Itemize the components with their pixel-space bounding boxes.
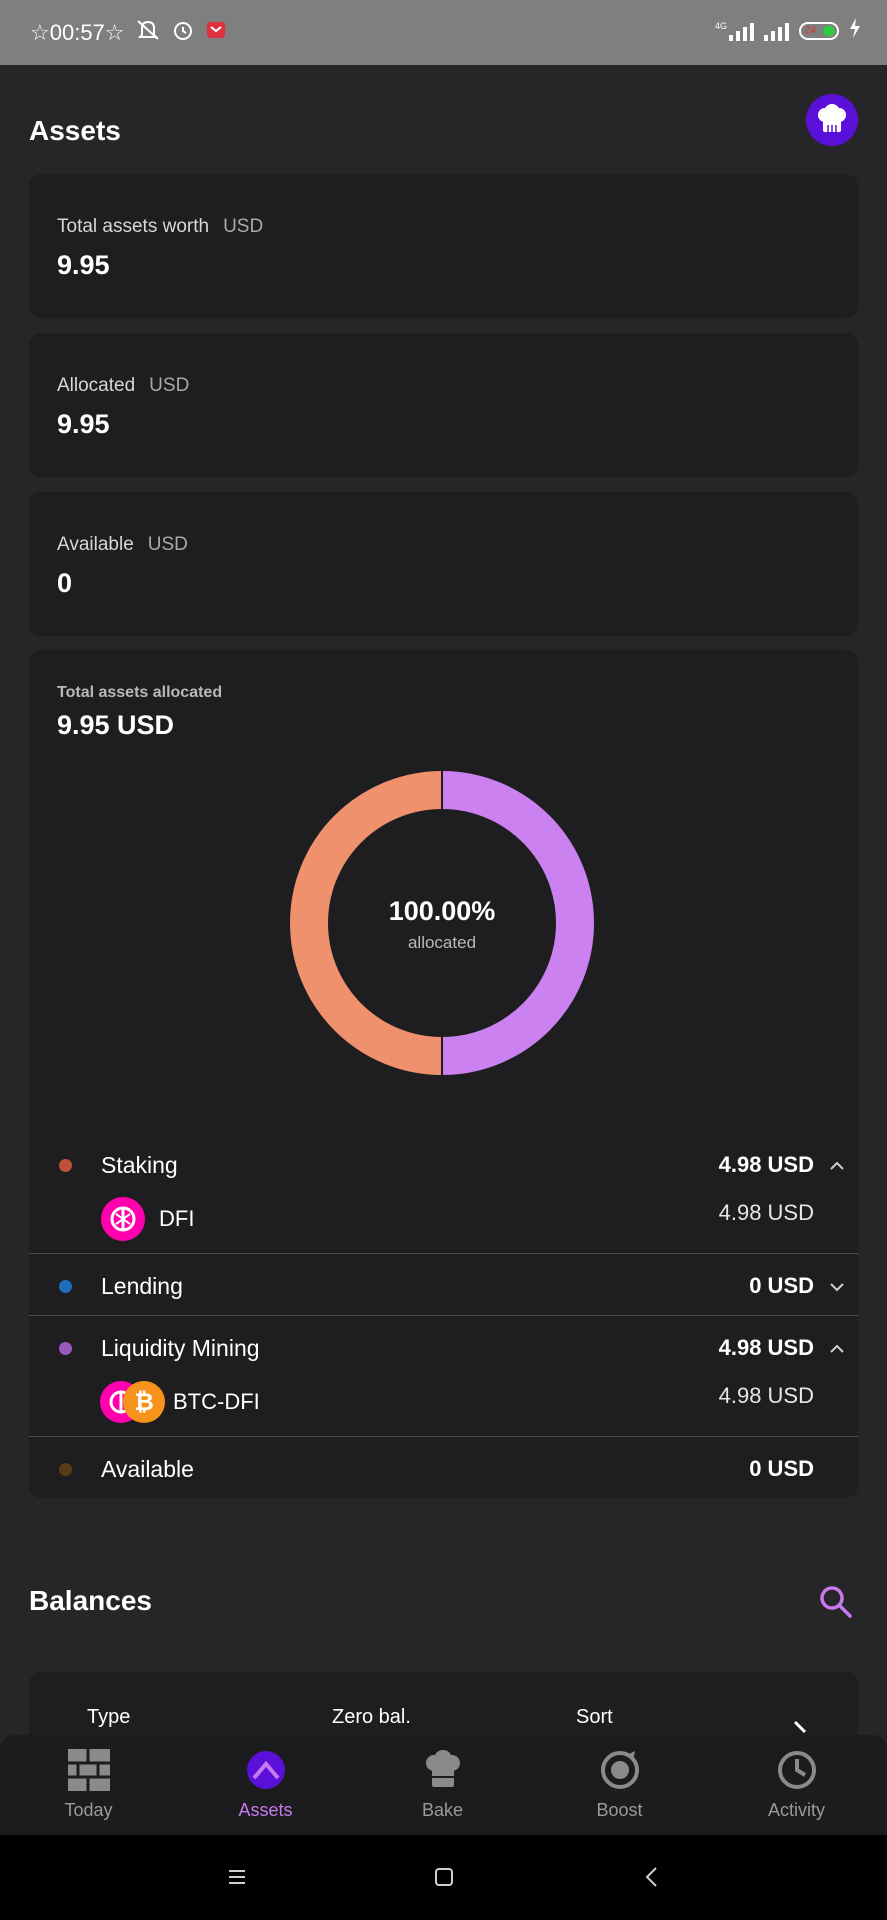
allocated-card: Allocated USD 9.95 [29, 333, 858, 477]
dfi-token-icon [101, 1197, 145, 1241]
legend-dot [59, 1342, 72, 1355]
card-label: Allocated [57, 375, 136, 396]
tab-activity[interactable]: Activity [708, 1735, 885, 1835]
row-amount: 0 USD [749, 1273, 814, 1298]
boost-icon [601, 1751, 639, 1789]
allocation-row-lending[interactable]: Lending 0 USD [29, 1267, 858, 1307]
star-icon: ☆ [104, 20, 125, 45]
allocated-label: allocated [407, 933, 477, 952]
back-icon[interactable] [632, 1857, 672, 1897]
legend-dot [59, 1159, 72, 1172]
token-amount: 4.98 USD [718, 1383, 814, 1408]
battery-icon: 24 [799, 21, 839, 40]
alarm-icon [171, 18, 195, 48]
chevron-down-icon[interactable] [826, 1276, 848, 1298]
token-row-dfi: DFI 4.98 USD [29, 1196, 858, 1242]
star-icon: ☆ [30, 20, 50, 45]
allocation-total: 9.95 USD [57, 710, 175, 740]
menu-icon[interactable] [217, 1857, 257, 1897]
token-name: BTC-DFI [173, 1389, 260, 1414]
home-icon[interactable] [424, 1857, 464, 1897]
balances-title: Balances [29, 1585, 152, 1616]
row-amount: 4.98 USD [718, 1335, 814, 1360]
tab-label: Assets [238, 1800, 293, 1820]
chef-hat-icon [818, 104, 846, 132]
allocation-row-staking[interactable]: Staking 4.98 USD [29, 1146, 858, 1186]
card-value: 9.95 [57, 409, 110, 439]
filter-sort[interactable]: Sort [576, 1706, 613, 1729]
card-label-row: Total assets worth USD [57, 216, 263, 238]
tab-today[interactable]: Today [0, 1735, 177, 1835]
system-nav-bar [0, 1835, 887, 1920]
available-card: Available USD 0 [29, 492, 858, 636]
battery-level: 24 [805, 24, 817, 36]
network-type: 4G [714, 20, 727, 31]
legend-dot [59, 1280, 72, 1293]
allocation-title: Total assets allocated [57, 684, 223, 701]
row-amount: 0 USD [749, 1456, 814, 1481]
svg-text:₿: ₿ [134, 1388, 154, 1416]
donut-center: 100.00% allocated [290, 771, 594, 1075]
search-icon[interactable] [816, 1582, 856, 1622]
chevron-up-icon[interactable] [826, 1338, 848, 1360]
tab-label: Today [64, 1800, 113, 1820]
status-time-group: ☆ 00:57 ☆ [30, 18, 227, 48]
filter-type[interactable]: Type [87, 1706, 130, 1729]
tab-boost[interactable]: Boost [531, 1735, 708, 1835]
bake-icon [426, 1750, 460, 1787]
card-label: Available [57, 534, 134, 555]
token-name: DFI [159, 1206, 195, 1231]
tab-label: Boost [596, 1800, 643, 1820]
row-name: Available [101, 1456, 194, 1482]
signal-icon [764, 21, 789, 41]
bottom-tab-bar: Today Assets Bake Boost Activity [0, 1735, 887, 1835]
token-row-btc-dfi: ₿ BTC-DFI 4.98 USD [29, 1379, 858, 1425]
row-name: Lending [101, 1273, 183, 1299]
avatar[interactable] [806, 94, 858, 146]
token-amount: 4.98 USD [718, 1200, 814, 1225]
tab-bake[interactable]: Bake [354, 1735, 531, 1835]
charging-icon [849, 18, 861, 43]
today-icon [68, 1749, 110, 1791]
legend-dot [59, 1463, 72, 1476]
card-unit: USD [149, 375, 190, 396]
tab-assets[interactable]: Assets [177, 1735, 354, 1835]
row-name: Staking [101, 1152, 178, 1178]
allocation-row-liquidity-mining[interactable]: Liquidity Mining 4.98 USD [29, 1329, 858, 1369]
divider [29, 1253, 858, 1254]
assets-icon [247, 1751, 285, 1789]
status-bar: ☆ 00:57 ☆ 4G 24 [0, 0, 887, 65]
allocated-percent: 100.00% [388, 896, 496, 926]
status-right-group: 4G 24 [715, 18, 861, 43]
divider [29, 1436, 858, 1437]
total-assets-card: Total assets worth USD 9.95 [29, 174, 858, 318]
status-time: 00:57 [49, 20, 105, 45]
filter-zero-balance[interactable]: Zero bal. [332, 1706, 411, 1729]
mute-icon [135, 18, 161, 48]
tab-label: Bake [421, 1800, 464, 1820]
btc-dfi-pair-icon: ₿ [100, 1381, 165, 1423]
card-unit: USD [223, 216, 264, 237]
row-name: Liquidity Mining [101, 1335, 260, 1361]
row-amount: 4.98 USD [718, 1152, 814, 1177]
activity-icon [778, 1751, 816, 1789]
card-value: 0 [57, 568, 73, 598]
card-unit: USD [147, 534, 188, 555]
mail-icon [205, 19, 227, 47]
allocation-row-available: Available 0 USD [29, 1450, 858, 1490]
tab-label: Activity [767, 1800, 825, 1820]
card-value: 9.95 [57, 250, 110, 280]
card-label-row: Available USD [57, 534, 188, 556]
allocation-card: Total assets allocated 9.95 USD 100.00% … [29, 650, 858, 1498]
divider [29, 1315, 858, 1316]
page-title: Assets [29, 115, 121, 146]
card-label-row: Allocated USD [57, 375, 189, 397]
signal-icon [729, 21, 754, 41]
card-label: Total assets worth [57, 216, 210, 237]
chevron-up-icon[interactable] [826, 1155, 848, 1177]
